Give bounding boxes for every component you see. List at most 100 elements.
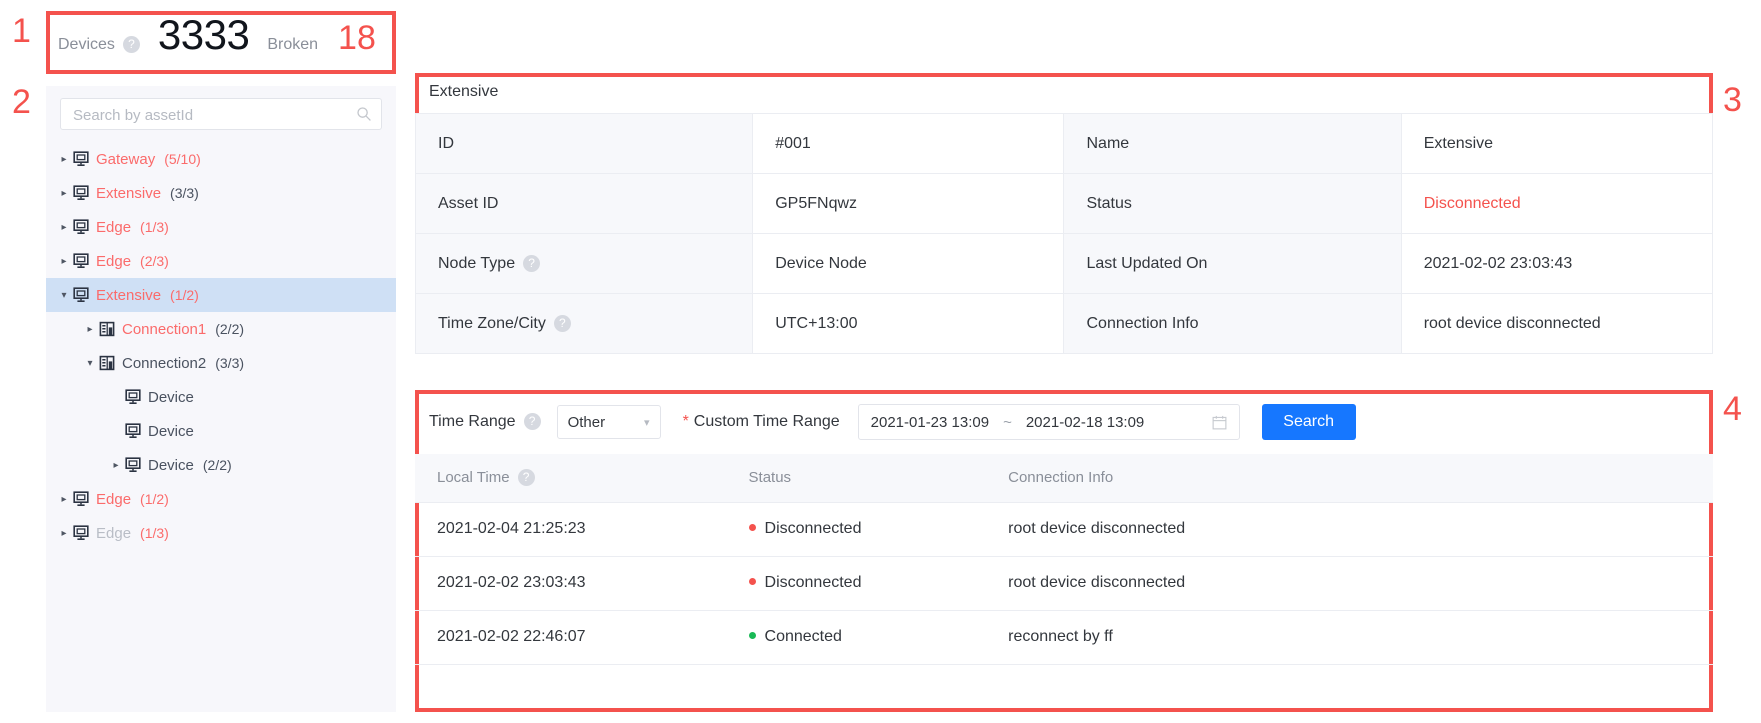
tree-item-label: Connection1 xyxy=(122,320,207,338)
caret-right-icon[interactable]: ▸ xyxy=(56,494,72,505)
detail-key-cell: Asset ID xyxy=(414,173,754,234)
status-badge: Disconnected xyxy=(1400,173,1714,234)
device-tree-panel: ▸Gateway(5/10)▸Extensive(3/3)▸Edge(1/3)▸… xyxy=(46,86,396,712)
devices-label: Devices xyxy=(58,36,115,53)
connection-icon xyxy=(98,320,116,338)
caret-right-icon[interactable]: ▸ xyxy=(56,528,72,539)
custom-time-range-label: Custom Time Range xyxy=(693,413,840,430)
log-time-cell: 2021-02-04 21:25:23 xyxy=(415,502,727,557)
detail-value-cell: Device Node xyxy=(752,233,1065,294)
device-icon xyxy=(72,524,90,542)
tree-item[interactable]: ▸ Edge (1/2) xyxy=(46,482,396,516)
filter-bar: Time Range ? Other ▾ * Custom Time Range… xyxy=(415,390,1713,454)
tree-item-label: Device xyxy=(148,456,194,474)
date-range-separator: ~ xyxy=(1003,413,1012,431)
caret-right-icon[interactable]: ▸ xyxy=(108,460,124,471)
time-range-help-icon[interactable]: ? xyxy=(523,412,541,430)
device-icon xyxy=(72,286,90,304)
tree-item[interactable]: ▸ Edge (1/3) xyxy=(46,516,396,550)
tree-item-label: Gateway xyxy=(96,150,156,168)
required-asterisk: * xyxy=(682,413,689,430)
time-range-select[interactable]: Other ▾ xyxy=(556,405,661,439)
detail-key-cell: ID xyxy=(414,113,754,174)
tree-item[interactable]: ▸ Connection1 (2/2) xyxy=(46,312,396,346)
detail-key-label: ID xyxy=(438,134,454,152)
detail-row: Node Type? Device Node Last Updated On 2021… xyxy=(414,233,1714,294)
devices-count: 3333 xyxy=(157,11,250,58)
tree-item[interactable]: ▾ Extensive (1/2) xyxy=(46,278,396,312)
caret-right-icon[interactable]: ▸ xyxy=(82,324,98,335)
log-status-label: Disconnected xyxy=(764,520,862,537)
device-icon xyxy=(72,252,90,270)
calendar-icon[interactable] xyxy=(1212,415,1227,430)
detail-key-cell: Name xyxy=(1063,113,1402,174)
search-box[interactable] xyxy=(60,98,382,131)
tree-item-label: Extensive xyxy=(96,184,162,202)
status-dot-icon xyxy=(748,524,756,531)
log-time-cell: 2021-02-02 22:46:07 xyxy=(415,610,727,665)
annotation-number-1: 1 xyxy=(12,12,31,50)
detail-value-cell: #001 xyxy=(752,113,1065,174)
column-help-icon[interactable]: ? xyxy=(517,468,535,486)
detail-key-cell: Node Type? xyxy=(414,233,754,294)
detail-key-cell: Connection Info xyxy=(1063,293,1402,354)
detail-title: Extensive xyxy=(429,83,499,100)
column-header: Connection Info xyxy=(986,454,1713,503)
tree-item-count: (3/3) xyxy=(170,185,199,201)
tree-item[interactable]: ▸Device xyxy=(46,414,396,448)
log-info-cell: root device disconnected xyxy=(986,502,1713,557)
tree-item[interactable]: ▸ Device (2/2) xyxy=(46,448,396,482)
tree-item-count: (2/2) xyxy=(202,457,232,473)
detail-row: Time Zone/City? UTC+13:00 Connection Info r… xyxy=(414,293,1714,354)
tree-item-label: Extensive xyxy=(96,286,162,304)
tree-item[interactable]: ▸ Edge (1/3) xyxy=(46,210,396,244)
date-start-value[interactable]: 2021-01-23 13:09 xyxy=(871,414,989,431)
caret-down-icon[interactable]: ▾ xyxy=(82,358,98,369)
annotation-number-4: 4 xyxy=(1723,390,1742,428)
devices-help-icon[interactable]: ? xyxy=(122,36,140,53)
tree-item-count: (2/2) xyxy=(215,321,245,337)
tree-item[interactable]: ▸ Gateway (5/10) xyxy=(46,142,396,176)
tree-item-count: (2/3) xyxy=(140,253,169,269)
app-root: 1 2 3 4 Devices ? 3333 Broken 18 ▸ Gatewa… xyxy=(0,0,1761,723)
caret-right-icon[interactable]: ▸ xyxy=(56,256,72,267)
column-header-label: Status xyxy=(748,469,792,487)
column-header-label: Connection Info xyxy=(1008,469,1114,487)
detail-value-cell: UTC+13:00 xyxy=(752,293,1065,354)
detail-help-icon[interactable]: ? xyxy=(523,254,541,272)
table-header-row: Local Time? Status Connection Info xyxy=(415,454,1713,503)
search-input[interactable] xyxy=(71,99,351,131)
log-info-cell: root device disconnected xyxy=(986,556,1713,611)
detail-key-cell: Status xyxy=(1063,173,1402,234)
caret-right-icon[interactable]: ▸ xyxy=(56,188,72,199)
caret-down-icon[interactable]: ▾ xyxy=(56,290,72,301)
tree-item-count: (1/2) xyxy=(170,287,199,303)
tree-item-label: Device xyxy=(148,422,194,440)
detail-help-icon[interactable]: ? xyxy=(553,314,571,332)
tree-item[interactable]: ▾ Connection2 (3/3) xyxy=(46,346,396,380)
device-icon xyxy=(124,422,142,440)
detail-value-cell: root device disconnected xyxy=(1400,293,1714,354)
tree-item[interactable]: ▸Device xyxy=(46,380,396,414)
log-status-label: Disconnected xyxy=(764,574,862,591)
detail-value-cell: Extensive xyxy=(1400,113,1714,174)
detail-row: ID #001 Name Extensive xyxy=(414,113,1714,174)
device-summary-panel: Devices ? 3333 Broken 18 xyxy=(46,11,396,74)
detail-key-label: Time Zone/City xyxy=(438,314,546,332)
search-button[interactable]: Search xyxy=(1261,404,1356,440)
table-row: 2021-02-02 23:03:43 Disconnected root devi… xyxy=(415,556,1713,611)
tree-item-label: Edge xyxy=(96,524,132,542)
device-icon xyxy=(72,150,90,168)
status-dot-icon xyxy=(748,578,756,585)
tree-item[interactable]: ▸ Edge (2/3) xyxy=(46,244,396,278)
chevron-down-icon: ▾ xyxy=(644,416,650,429)
caret-right-icon[interactable]: ▸ xyxy=(56,154,72,165)
connection-icon xyxy=(98,354,116,372)
tree-item[interactable]: ▸ Extensive (3/3) xyxy=(46,176,396,210)
detail-key-cell: Last Updated On xyxy=(1063,233,1402,294)
caret-right-icon[interactable]: ▸ xyxy=(56,222,72,233)
detail-table: ID #001 Name Extensive Asset ID GP5FNqwz Statu… xyxy=(414,113,1714,354)
log-status-label: Connected xyxy=(764,628,842,645)
custom-time-range-picker[interactable]: 2021-01-23 13:09 ~ 2021-02-18 13:09 xyxy=(857,404,1240,440)
date-end-value[interactable]: 2021-02-18 13:09 xyxy=(1026,414,1144,431)
